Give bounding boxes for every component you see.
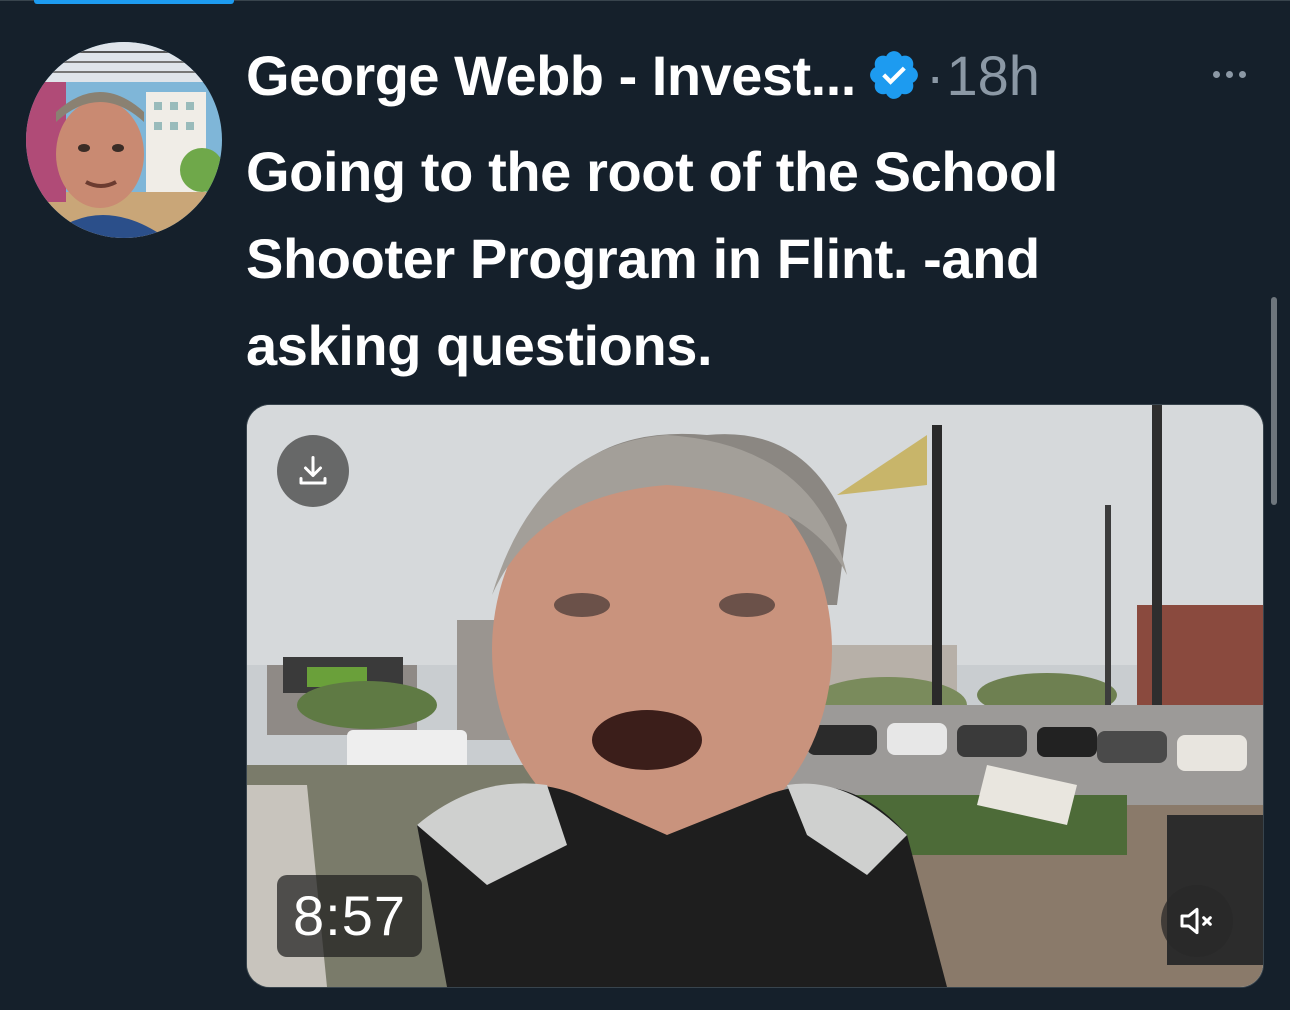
video-player[interactable]: 8:57 xyxy=(246,404,1264,988)
timestamp[interactable]: 18h xyxy=(946,43,1039,108)
scrollbar-thumb[interactable] xyxy=(1271,297,1277,505)
verified-badge-icon xyxy=(866,47,922,103)
video-duration: 8:57 xyxy=(277,875,422,957)
author-name[interactable]: George Webb - Invest... xyxy=(246,43,856,108)
more-options-icon[interactable] xyxy=(1194,54,1264,94)
tweet-header: George Webb - Invest... · 18h xyxy=(246,36,1040,114)
separator-dot: · xyxy=(925,43,945,107)
active-tab-indicator xyxy=(34,0,234,4)
muted-speaker-icon[interactable] xyxy=(1161,885,1233,957)
tweet-text: Going to the root of the School Shooter … xyxy=(246,140,1058,377)
download-icon[interactable] xyxy=(277,435,349,507)
tweet-view: George Webb - Invest... · 18h Going to t… xyxy=(0,0,1290,1010)
author-avatar[interactable] xyxy=(26,42,222,238)
